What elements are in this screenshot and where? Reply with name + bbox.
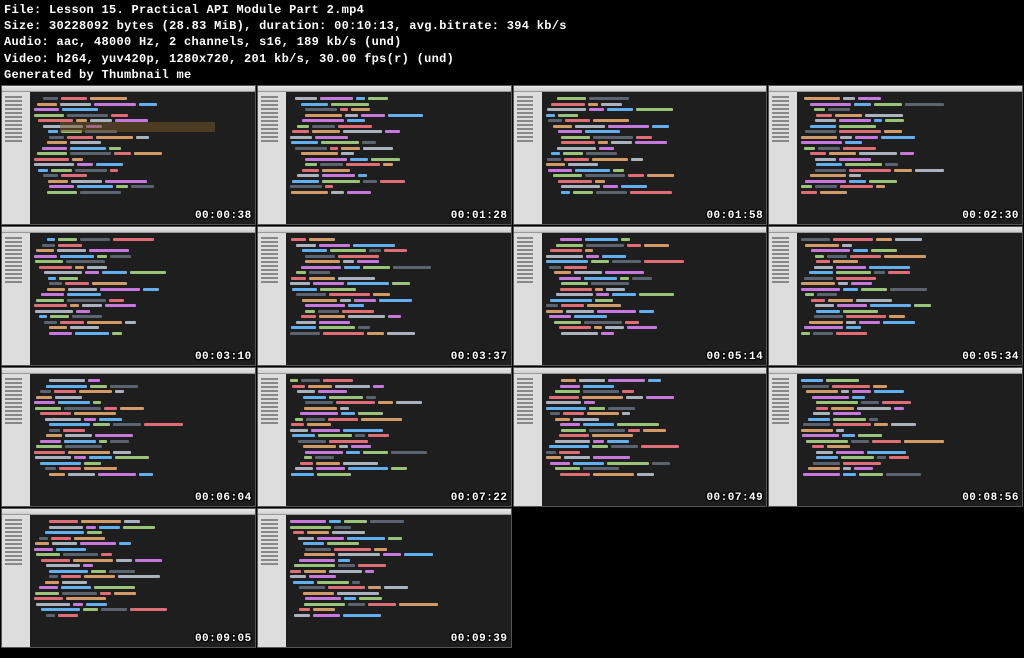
file-sidebar [258,515,286,647]
file-sidebar [2,92,30,224]
video-thumbnail: 00:05:34 [768,226,1023,366]
code-editor [30,233,255,365]
code-editor [286,233,511,365]
code-editor [30,515,255,647]
file-sidebar [258,233,286,365]
video-thumbnail: 00:07:22 [257,367,512,507]
file-sidebar [2,233,30,365]
video-thumbnail: 00:02:30 [768,85,1023,225]
code-editor [30,374,255,506]
code-editor [286,515,511,647]
bitrate-label: avg.bitrate: [409,19,499,33]
video-thumbnail: 00:06:04 [1,367,256,507]
size-line: Size: 30228092 bytes (28.83 MiB), durati… [4,18,1020,34]
size-unit: bytes [117,19,155,33]
duration-value: 00:10:13, [334,19,402,33]
file-sidebar [514,374,542,506]
timestamp-label: 00:03:37 [451,351,508,363]
timestamp-label: 00:01:28 [451,210,508,222]
file-sidebar [258,374,286,506]
code-editor [542,233,767,365]
file-sidebar [769,92,797,224]
video-thumbnail: 00:08:56 [768,367,1023,507]
timestamp-label: 00:06:04 [195,492,252,504]
audio-label: Audio: [4,35,49,49]
video-thumbnail: 00:07:49 [513,367,768,507]
generated-text: Generated by Thumbnail me [4,68,192,82]
audio-line: Audio: aac, 48000 Hz, 2 channels, s16, 1… [4,34,1020,50]
bitrate-value: 394 kb/s [507,19,567,33]
empty-cell [513,508,768,648]
timestamp-label: 00:03:10 [195,351,252,363]
generated-line: Generated by Thumbnail me [4,67,1020,83]
timestamp-label: 00:07:22 [451,492,508,504]
file-line: File: Lesson 15. Practical API Module Pa… [4,2,1020,18]
size-mib: (28.83 MiB), [162,19,252,33]
file-sidebar [2,374,30,506]
timestamp-label: 00:08:56 [962,492,1019,504]
video-thumbnail: 00:09:05 [1,508,256,648]
file-sidebar [2,515,30,647]
video-thumbnail: 00:01:58 [513,85,768,225]
metadata-header: File: Lesson 15. Practical API Module Pa… [0,0,1024,85]
timestamp-label: 00:09:39 [451,633,508,645]
code-editor [542,92,767,224]
video-thumbnail: 00:03:37 [257,226,512,366]
thumbnail-grid: 00:00:38 00:01:28 00:01:58 00:02:30 00:0… [0,85,1024,648]
code-editor [286,92,511,224]
file-sidebar [258,92,286,224]
video-thumbnail: 00:01:28 [257,85,512,225]
video-label: Video: [4,52,49,66]
code-editor [30,92,255,224]
video-value: h264, yuv420p, 1280x720, 201 kb/s, 30.00… [57,52,455,66]
timestamp-label: 00:00:38 [195,210,252,222]
code-editor [286,374,511,506]
code-editor [797,233,1022,365]
video-thumbnail: 00:00:38 [1,85,256,225]
timestamp-label: 00:02:30 [962,210,1019,222]
empty-cell [768,508,1023,648]
duration-label: duration: [259,19,327,33]
file-sidebar [514,233,542,365]
video-thumbnail: 00:09:39 [257,508,512,648]
video-thumbnail: 00:05:14 [513,226,768,366]
code-editor [542,374,767,506]
timestamp-label: 00:07:49 [706,492,763,504]
code-editor [797,92,1022,224]
timestamp-label: 00:05:34 [962,351,1019,363]
size-bytes: 30228092 [49,19,109,33]
video-thumbnail: 00:03:10 [1,226,256,366]
file-sidebar [769,233,797,365]
timestamp-label: 00:01:58 [706,210,763,222]
file-sidebar [769,374,797,506]
file-label: File: [4,3,42,17]
video-line: Video: h264, yuv420p, 1280x720, 201 kb/s… [4,51,1020,67]
size-label: Size: [4,19,42,33]
code-editor [797,374,1022,506]
file-value: Lesson 15. Practical API Module Part 2.m… [49,3,364,17]
timestamp-label: 00:09:05 [195,633,252,645]
timestamp-label: 00:05:14 [706,351,763,363]
audio-value: aac, 48000 Hz, 2 channels, s16, 189 kb/s… [57,35,402,49]
file-sidebar [514,92,542,224]
